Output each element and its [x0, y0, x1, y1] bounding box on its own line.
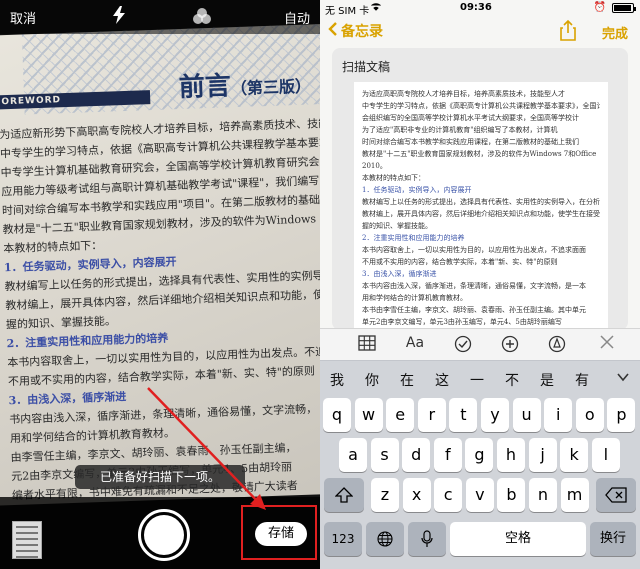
candidate-word[interactable]: 有: [575, 370, 589, 390]
key-p[interactable]: p: [607, 398, 636, 432]
candidate-word[interactable]: 是: [540, 370, 554, 390]
wifi-icon: [370, 1, 382, 14]
key-w[interactable]: w: [354, 398, 383, 432]
document-text-line: 中专学生的学习特点，依据《高职高专计算机公共课程教学基本要求》，全国计: [362, 102, 600, 110]
key-r[interactable]: r: [417, 398, 446, 432]
document-text-line: 3．由浅入深，循序渐进: [362, 270, 437, 278]
document-text-line: 2010。: [362, 162, 387, 170]
document-title: 扫描文稿: [342, 60, 391, 74]
document-text-line: 会组织编写的全国高等学校计算机水平考试大纲要求，全国高等学校计: [362, 114, 579, 122]
return-key[interactable]: 换行: [590, 522, 636, 556]
back-label: 备忘录: [341, 24, 383, 40]
document-page-preview[interactable]: 为适应高职高专院校人才培养目标，培养高素质技术，技能型人才中专学生的学习特点，依…: [354, 82, 608, 330]
shift-key[interactable]: [324, 478, 364, 512]
alarm-icon: ⏰: [593, 2, 606, 13]
key-o[interactable]: o: [575, 398, 604, 432]
document-text-line: 教材编写上以任务的形式提出，选择具有代表性、实用性的实例导入，在分析: [362, 198, 600, 206]
key-v[interactable]: v: [465, 478, 494, 512]
document-text-line: 本书内容取舍上，一切以实用性为目的，以应用性为出发点，不追求面面: [362, 246, 586, 254]
numbers-key[interactable]: 123: [324, 522, 362, 556]
key-i[interactable]: i: [544, 398, 573, 432]
key-n[interactable]: n: [529, 478, 557, 512]
key-g[interactable]: g: [465, 438, 494, 472]
candidate-word[interactable]: 一: [470, 370, 484, 390]
key-e[interactable]: e: [386, 398, 415, 432]
document-text-line: 单元2由李京文编写，单元3由孙玉编写，单元4、5由胡玲丽编写: [362, 318, 562, 326]
document-text-line: 2．注重实用性和应用能力的培养: [362, 234, 465, 242]
status-bar: 无 SIM 卡 09:36 ⏰: [320, 0, 640, 17]
key-x[interactable]: x: [402, 478, 431, 512]
candidate-word[interactable]: 这: [435, 370, 449, 390]
document-text-line: 不用或不实用的内容，结合教学实际，本着"新、实、特"的原则: [362, 258, 558, 266]
key-a[interactable]: a: [339, 438, 367, 472]
document-text-line: 时间对综合编写本书教学和实践应用课程，在第二版教材的基础上我们: [362, 138, 579, 146]
clock: 09:36: [460, 2, 492, 13]
back-button[interactable]: 备忘录: [328, 21, 383, 41]
key-m[interactable]: m: [560, 478, 589, 512]
document-text-line: 本书内容由浅入深，循序渐进，条理清晰，通俗易懂，文字流畅，是一本: [362, 282, 586, 290]
delete-key[interactable]: [596, 478, 636, 512]
key-q[interactable]: q: [323, 398, 351, 432]
done-button[interactable]: 完成: [602, 23, 628, 42]
candidate-word[interactable]: 不: [505, 370, 519, 390]
key-z[interactable]: z: [371, 478, 399, 512]
candidate-bar: 我你在这一不是有: [320, 360, 640, 394]
globe-icon: [377, 531, 393, 547]
document-text-line: 1．任务驱动，实例导入，内容展开: [362, 186, 472, 194]
annotation-arrow: [147, 387, 266, 510]
key-c[interactable]: c: [434, 478, 463, 512]
chevron-left-icon: [328, 22, 337, 36]
microphone-icon: [421, 530, 433, 547]
document-text-line: 用和学何结合的计算机教育教材。: [362, 294, 467, 302]
key-s[interactable]: s: [370, 438, 399, 472]
close-icon[interactable]: [595, 335, 619, 353]
scanned-document-card[interactable]: 扫描文稿 为适应高职高专院校人才培养目标，培养高素质技术，技能型人才中专学生的学…: [332, 48, 628, 330]
scanner-camera-view: FOREWORD 前言（第三版） 为适应新形势下高职高专院校人才培养目标，培养高…: [0, 0, 320, 569]
key-y[interactable]: y: [481, 398, 509, 432]
carrier-label: 无 SIM 卡: [325, 6, 370, 17]
battery-icon: [612, 3, 636, 13]
key-h[interactable]: h: [497, 438, 525, 472]
candidate-word[interactable]: 在: [400, 370, 414, 390]
candidate-word[interactable]: 我: [330, 370, 344, 390]
document-text-line: 握的知识、掌握技能。: [362, 222, 432, 230]
document-text-line: 教材是"十二五"职业教育国家规划教材，涉及的软件为Windows 7和Offic…: [362, 150, 597, 158]
space-key[interactable]: 空格: [450, 522, 586, 556]
text-style-button[interactable]: Aa: [403, 335, 427, 351]
key-k[interactable]: k: [560, 438, 589, 472]
dictation-key[interactable]: [408, 522, 446, 556]
chevron-down-icon[interactable]: [616, 369, 630, 383]
delete-icon: [605, 487, 627, 503]
document-text-line: 教材编上，展开具体内容，然后详细地介绍相关知识点和功能，使学生在接受: [362, 210, 600, 218]
candidate-word[interactable]: 你: [365, 370, 379, 390]
plus-circle-icon[interactable]: [498, 335, 522, 357]
key-l[interactable]: l: [591, 438, 620, 472]
key-f[interactable]: f: [433, 438, 462, 472]
globe-key[interactable]: [366, 522, 404, 556]
checkmark-circle-icon[interactable]: [451, 335, 475, 357]
share-icon[interactable]: [558, 19, 578, 41]
markup-icon[interactable]: [545, 335, 569, 357]
key-t[interactable]: t: [449, 398, 478, 432]
key-u[interactable]: u: [512, 398, 541, 432]
document-text-line: 为适应高职高专院校人才培养目标，培养高素质技术，技能型人才: [362, 90, 565, 98]
format-toolbar: Aa: [320, 328, 640, 360]
key-d[interactable]: d: [402, 438, 431, 472]
keyboard: 123 空格 换行 qwertyuiop asdfghjkl zxcvbnm: [320, 394, 640, 569]
shift-icon: [334, 487, 354, 503]
key-b[interactable]: b: [497, 478, 526, 512]
key-j[interactable]: j: [528, 438, 557, 472]
notes-nav-bar: 备忘录 完成: [320, 16, 640, 46]
document-text-line: 本教材的特点如下：: [362, 174, 425, 182]
notes-app: 无 SIM 卡 09:36 ⏰ 备忘录 完成 扫描文稿 为适应高职高专院校人才培…: [320, 0, 640, 569]
table-icon[interactable]: [355, 335, 379, 355]
document-text-line: 本书由李雪任主编，李京文、胡玲丽、袁春雨、孙玉任副主编。其中单元: [362, 306, 586, 314]
document-text-line: 为了适应"高职非专业的计算机教育"组织编写了本教材，计算机: [362, 126, 558, 134]
